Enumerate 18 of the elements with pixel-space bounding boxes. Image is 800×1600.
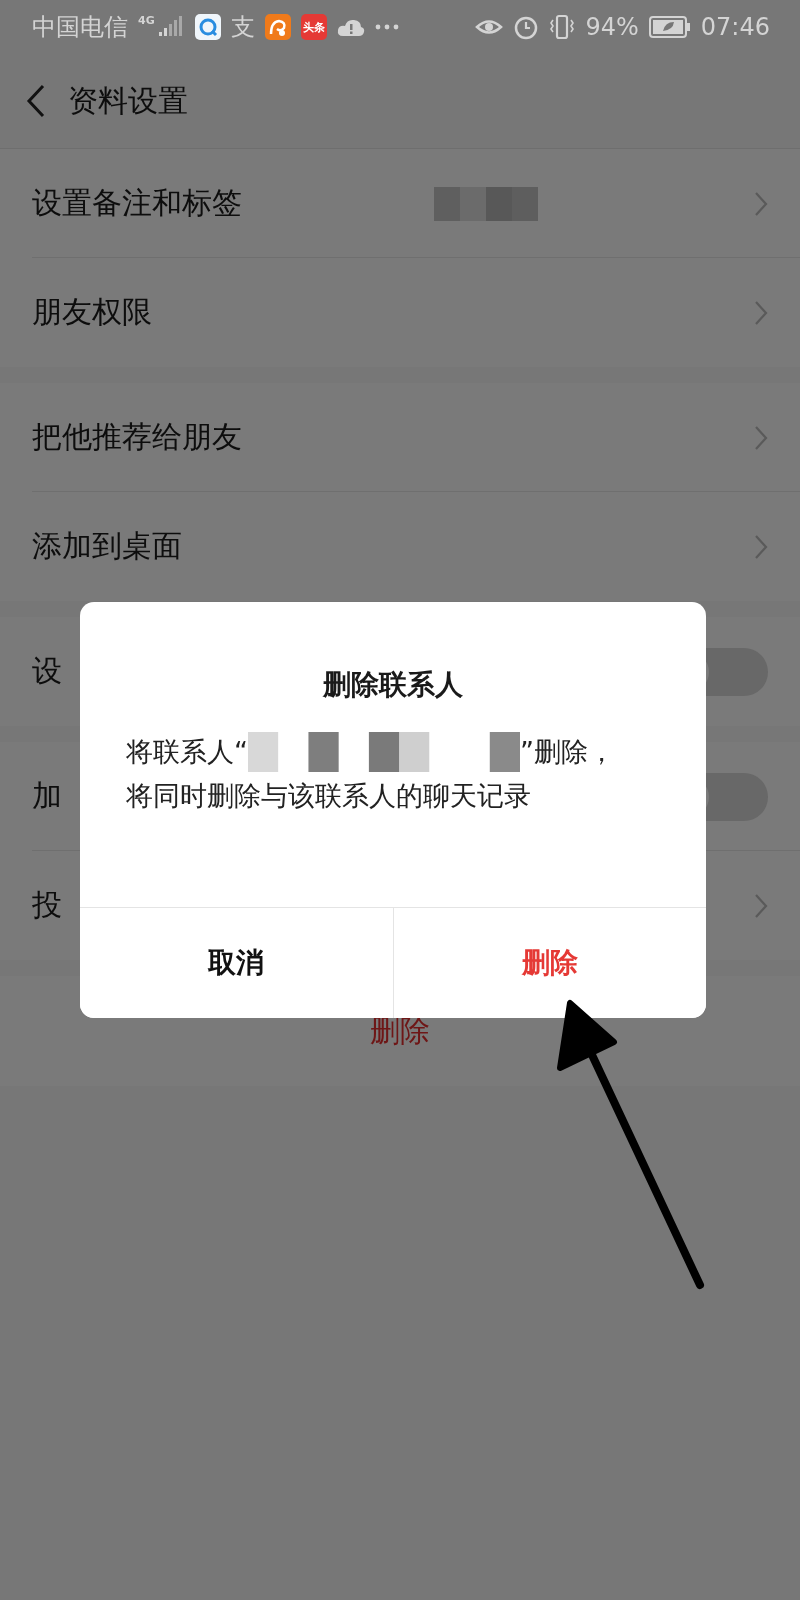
row-label: 朋友权限 [32,293,152,331]
row-label: 把他推荐给朋友 [32,418,242,456]
page-title: 资料设置 [68,81,188,120]
carrier-name: 中国电信 [32,12,128,43]
battery-percent: 94% [585,13,639,41]
row-label: 加 [32,777,62,815]
dialog-message: ”删除， [520,735,615,769]
dialog-title: 删除联系人 [321,667,464,703]
dialog-message: 将联系人“ [126,735,248,769]
news-app-icon: 头条 [300,14,327,40]
row-label: 投 [32,886,62,924]
clock-time: 07:46 [700,13,770,41]
network-type: 4G [138,14,155,27]
alipay-app-icon: 支 [230,11,255,43]
row-label: 设置备注和标签 [32,184,242,222]
row-label: 添加到桌面 [32,527,182,565]
dialog-message: 将同时删除与该联系人的聊天记录 [126,779,531,813]
row-label: 设 [32,652,62,690]
